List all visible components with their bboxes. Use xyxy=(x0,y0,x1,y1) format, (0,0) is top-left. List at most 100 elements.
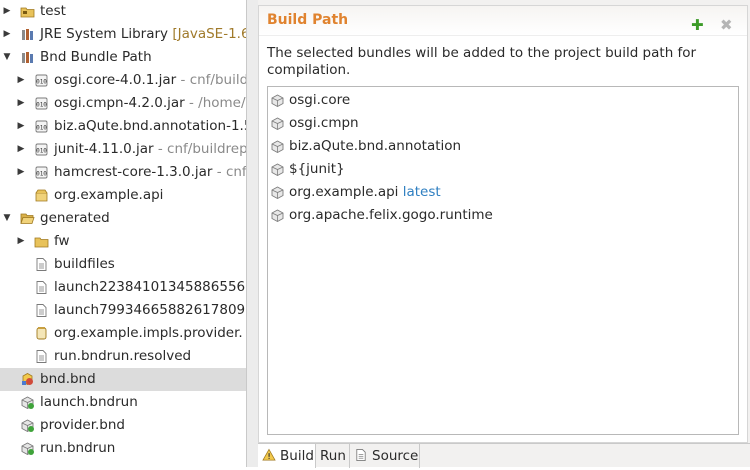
bndrun-icon xyxy=(20,441,35,456)
tree-item-decoration: - /home/l xyxy=(184,95,246,111)
svg-text:010: 010 xyxy=(36,171,47,178)
file-icon xyxy=(34,280,49,295)
tree-item-decoration: - cnf/buildrepo xyxy=(153,141,246,157)
tree-item[interactable]: launch223841013458865568. xyxy=(0,276,246,299)
collapsed-arrow-icon[interactable]: ▶ xyxy=(16,230,26,253)
bundle-symbolic-name: ${junit} xyxy=(289,161,345,177)
tree-item-label: generated xyxy=(40,207,110,230)
tab-label: Build xyxy=(280,448,314,464)
bundle-name: biz.aQute.bnd.annotation xyxy=(289,135,461,158)
package-explorer-tree[interactable]: ▶ test ▶ JRE System Library [JavaSE-1.6 ▼ Bnd… xyxy=(0,0,246,467)
tree-item-text: bnd.bnd xyxy=(40,371,96,387)
tab-run[interactable]: Run xyxy=(316,444,350,468)
collapsed-arrow-icon[interactable]: ▶ xyxy=(2,0,12,23)
svg-text:010: 010 xyxy=(36,102,47,109)
tree-item-decoration: - cnf/buildr xyxy=(176,72,246,88)
tree-item[interactable]: ▶ 010 biz.aQute.bnd.annotation-1.5 xyxy=(0,115,246,138)
tree-item[interactable]: bnd.bnd xyxy=(0,368,246,391)
tree-item-label: test xyxy=(40,0,66,23)
tree-item[interactable]: run.bndrun.resolved xyxy=(0,345,246,368)
collapsed-arrow-icon[interactable]: ▶ xyxy=(16,69,26,92)
jar-icon: 010 xyxy=(34,73,49,88)
tree-item[interactable]: buildfiles xyxy=(0,253,246,276)
tree-item[interactable]: org.example.api xyxy=(0,184,246,207)
expanded-arrow-icon[interactable]: ▼ xyxy=(2,46,12,69)
tab-build[interactable]: Build xyxy=(258,444,316,468)
tree-item[interactable]: ▼ generated xyxy=(0,207,246,230)
tree-item[interactable]: ▶ fw xyxy=(0,230,246,253)
tree-item-decoration: - cnf/b xyxy=(216,164,246,180)
jar-icon: 010 xyxy=(34,142,49,157)
bndrun-icon xyxy=(20,395,35,410)
tree-item[interactable]: run.bndrun xyxy=(0,437,246,460)
collapsed-arrow-icon[interactable]: ▶ xyxy=(16,92,26,115)
jar-icon: 010 xyxy=(34,165,49,180)
bundle-icon xyxy=(270,208,285,223)
tree-item[interactable]: ▼ Bnd Bundle Path xyxy=(0,46,246,69)
remove-icon[interactable]: ✖ xyxy=(720,18,733,33)
tab-label: Source xyxy=(372,448,419,464)
tree-item-text: run.bndrun xyxy=(40,440,116,456)
bundle-symbolic-name: org.apache.felix.gogo.runtime xyxy=(289,207,493,223)
tree-item[interactable]: ▶ 010 junit-4.11.0.jar - cnf/buildrepo xyxy=(0,138,246,161)
tree-item[interactable]: ▶ JRE System Library [JavaSE-1.6 xyxy=(0,23,246,46)
collapsed-arrow-icon[interactable]: ▶ xyxy=(16,115,26,138)
tree-item[interactable]: launch79934665882617809 2( xyxy=(0,299,246,322)
tree-item-text: osgi.cmpn-4.2.0.jar xyxy=(54,95,185,111)
tree-item-label: osgi.cmpn-4.2.0.jar - /home/l xyxy=(54,92,246,115)
tree-item-text: biz.aQute.bnd.annotation-1.5 xyxy=(54,118,246,134)
view-sash[interactable] xyxy=(246,0,258,467)
tree-item[interactable]: provider.bnd xyxy=(0,414,246,437)
svg-text:010: 010 xyxy=(36,79,47,86)
bundle-icon xyxy=(270,162,285,177)
svg-text:010: 010 xyxy=(36,148,47,155)
tree-item-label: launch.bndrun xyxy=(40,391,138,414)
tree-item-text: JRE System Library xyxy=(40,26,169,42)
jar-file-icon xyxy=(34,326,49,341)
bundle-name: org.example.api latest xyxy=(289,181,441,204)
tree-item-text: launch.bndrun xyxy=(40,394,138,410)
tree-item[interactable]: org.example.impls.provider. xyxy=(0,322,246,345)
tree-item-text: junit-4.11.0.jar xyxy=(54,141,154,157)
collapsed-arrow-icon[interactable]: ▶ xyxy=(16,138,26,161)
tree-item[interactable]: ▶ test xyxy=(0,0,246,23)
collapsed-arrow-icon[interactable]: ▶ xyxy=(2,23,12,46)
tree-item-label: launch79934665882617809 2( xyxy=(54,299,246,322)
tree-item-text: fw xyxy=(54,233,70,249)
tree-item[interactable]: ▶ 010 hamcrest-core-1.3.0.jar - cnf/b xyxy=(0,161,246,184)
project-icon xyxy=(34,188,49,203)
tree-item-label: launch223841013458865568. xyxy=(54,276,246,299)
tree-item-label: buildfiles xyxy=(54,253,115,276)
bundle-icon xyxy=(270,93,285,108)
tree-item-text: org.example.impls.provider. xyxy=(54,325,243,341)
bundle-symbolic-name: biz.aQute.bnd.annotation xyxy=(289,138,462,154)
tree-item-label: provider.bnd xyxy=(40,414,125,437)
bundle-symbolic-name: osgi.core xyxy=(289,92,351,108)
tree-item[interactable]: ▶ 010 osgi.cmpn-4.2.0.jar - /home/l xyxy=(0,92,246,115)
folder-open-icon xyxy=(20,211,35,226)
bundle-version: latest xyxy=(398,184,441,200)
bundle-name: osgi.cmpn xyxy=(289,112,359,135)
bundle-symbolic-name: osgi.cmpn xyxy=(289,115,359,131)
bnd-editor: Build Path ✚ ✖ The selected bundles will… xyxy=(258,0,750,468)
bundle-name: ${junit} xyxy=(289,158,345,181)
tree-item-text: launch79934665882617809 2( xyxy=(54,302,246,318)
tree-item-label: osgi.core-4.0.1.jar - cnf/buildr xyxy=(54,69,246,92)
jar-icon: 010 xyxy=(34,119,49,134)
expanded-arrow-icon[interactable]: ▼ xyxy=(2,207,12,230)
source-folder-icon xyxy=(20,4,35,19)
section-title: Build Path xyxy=(267,12,349,28)
tree-item-text: generated xyxy=(40,210,110,226)
collapsed-arrow-icon[interactable]: ▶ xyxy=(16,161,26,184)
tree-item-text: hamcrest-core-1.3.0.jar xyxy=(54,164,213,180)
add-icon[interactable]: ✚ xyxy=(691,18,704,33)
bndrun-icon xyxy=(20,418,35,433)
tree-item-decoration: [JavaSE-1.6 xyxy=(168,26,246,42)
tab-source[interactable]: Source xyxy=(350,444,420,468)
tree-item[interactable]: ▶ 010 osgi.core-4.0.1.jar - cnf/buildr xyxy=(0,69,246,92)
bundle-name: org.apache.felix.gogo.runtime xyxy=(289,204,493,227)
bundle-list[interactable]: osgi.core osgi.cmpn biz.aQute.bnd.annotati… xyxy=(267,86,739,435)
tree-item-label: org.example.impls.provider. xyxy=(54,322,243,345)
tree-item[interactable]: launch.bndrun xyxy=(0,391,246,414)
library-icon xyxy=(20,50,35,65)
